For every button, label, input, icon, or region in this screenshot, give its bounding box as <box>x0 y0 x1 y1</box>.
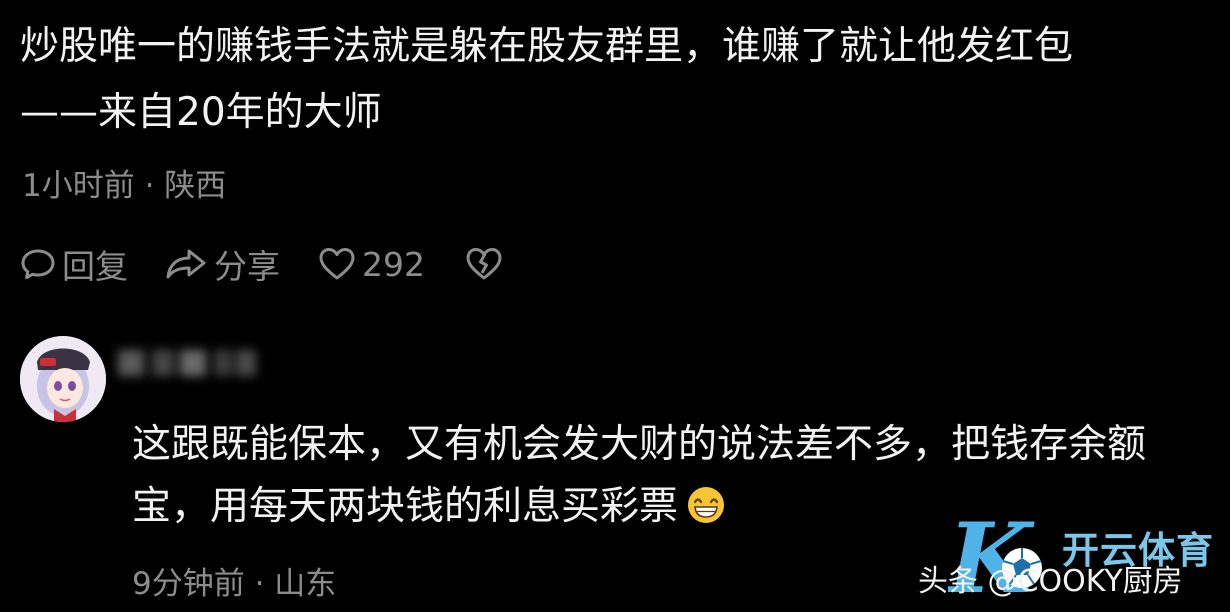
username-redacted <box>118 344 258 384</box>
share-button[interactable]: 分享 <box>164 240 280 288</box>
post-text: 炒股唯一的赚钱手法就是躲在股友群里，谁赚了就让他发红包 ——来自20年的大师 <box>20 24 1074 135</box>
broken-heart-icon <box>466 248 502 280</box>
post-meta: 1小时前 · 陕西 <box>22 168 227 204</box>
reply-button[interactable]: 回复 <box>20 240 128 288</box>
comment-meta: 9分钟前 · 山东 <box>132 566 337 602</box>
share-label: 分享 <box>214 247 280 286</box>
heart-outline-icon <box>319 248 355 280</box>
dislike-button[interactable] <box>465 246 503 282</box>
like-count: 292 <box>362 244 425 284</box>
grinning-face-emoji <box>686 482 726 544</box>
reply-label: 回复 <box>62 247 128 286</box>
share-arrow-icon <box>166 249 206 279</box>
anime-avatar-image <box>20 336 106 422</box>
post-actions-bar: 回复 分享 292 <box>20 242 503 286</box>
speech-bubble-icon <box>21 249 55 279</box>
watermark-source: 头条 @COOKY厨房 <box>918 564 1183 599</box>
avatar[interactable] <box>20 336 106 422</box>
like-button[interactable]: 292 <box>318 245 425 284</box>
